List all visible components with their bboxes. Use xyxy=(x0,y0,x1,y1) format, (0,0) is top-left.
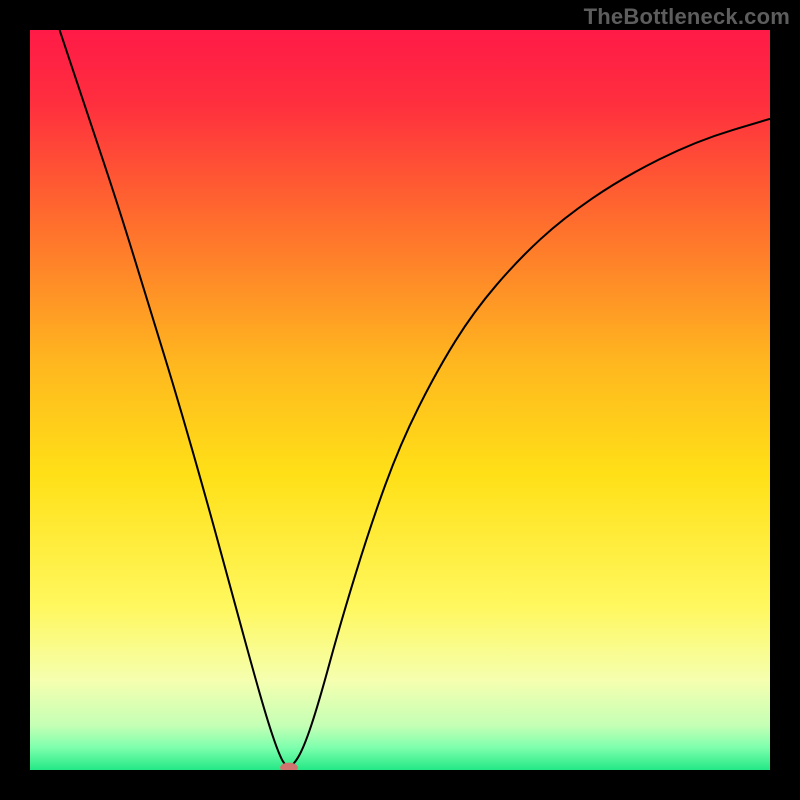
chart-frame: TheBottleneck.com xyxy=(0,0,800,800)
watermark-text: TheBottleneck.com xyxy=(584,4,790,30)
gradient-background xyxy=(30,30,770,770)
chart-svg xyxy=(30,30,770,770)
plot-area xyxy=(30,30,770,770)
